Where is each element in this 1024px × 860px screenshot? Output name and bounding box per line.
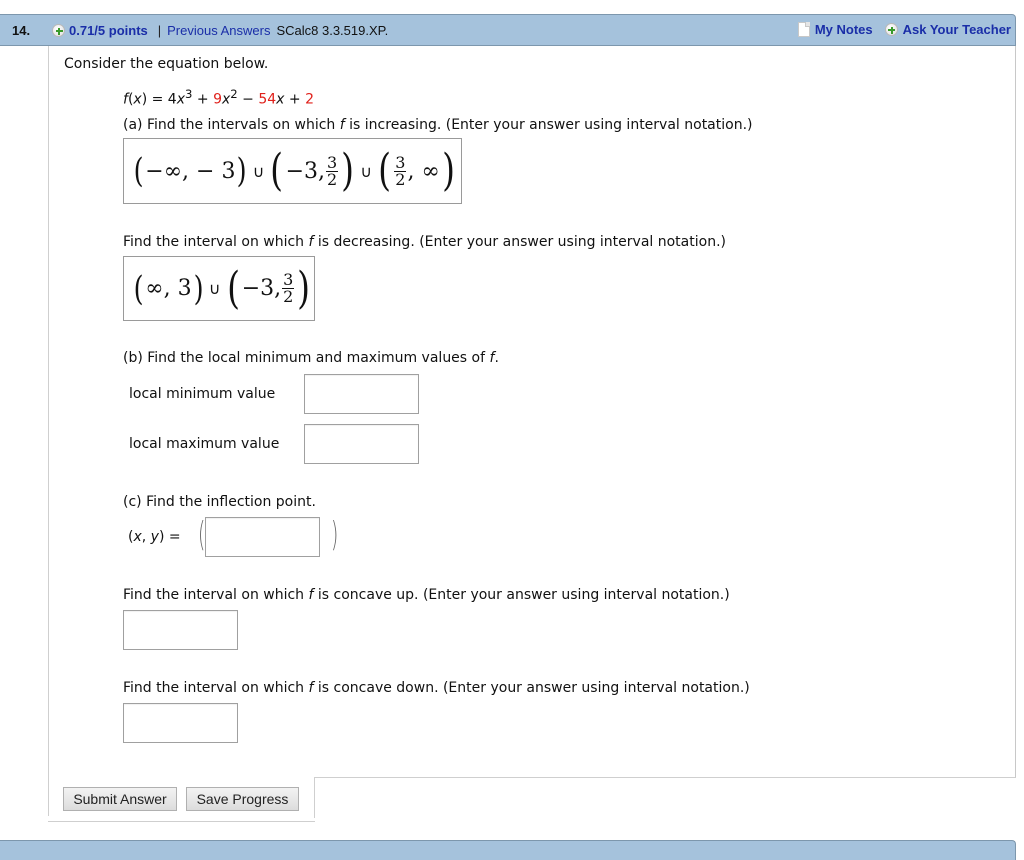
ask-teacher-plus-icon[interactable] (884, 23, 898, 36)
concave-down-input[interactable] (123, 703, 238, 743)
paren-close: ) (193, 268, 204, 309)
previous-answers-link[interactable]: Previous Answers (167, 23, 270, 38)
part-b-suffix: . (494, 350, 499, 366)
equation-x3: x + (276, 91, 306, 108)
local-min-input[interactable] (304, 374, 419, 414)
concave-up-input[interactable] (123, 610, 238, 650)
fraction: 32 (282, 272, 295, 306)
decreasing-suffix: is decreasing. (Enter your answer using … (313, 234, 726, 250)
my-notes-link[interactable]: My Notes (815, 22, 873, 37)
paren-open: ( (378, 145, 392, 196)
concave-up-prefix: Find the interval on which (123, 587, 309, 603)
panel-notch-bottom (48, 821, 315, 822)
panel-border-right (1015, 46, 1016, 778)
note-icon[interactable] (797, 22, 810, 37)
concave-down-suffix: is concave down. (Enter your answer usin… (313, 680, 750, 696)
paren-close: ) (441, 145, 455, 196)
decreasing-term1: ∞, 3 (145, 276, 192, 301)
separator: | (157, 23, 162, 38)
fraction-numerator: 3 (394, 152, 407, 172)
part-a-prefix: (a) Find the intervals on which (123, 117, 340, 133)
panel-border-left (48, 46, 49, 816)
points-group: 0.71/5 points | Previous Answers SCalc8 3.3… (52, 23, 388, 38)
decreasing-prompt: Find the interval on which f is decreasi… (123, 234, 726, 250)
part-b-prompt: (b) Find the local minimum and maximum v… (123, 350, 499, 366)
equation: f(x) = 4x3 + 9x2 − 54x + 2 (123, 87, 314, 108)
part-a-prompt: (a) Find the intervals on which f is inc… (123, 117, 753, 133)
part-b-prefix: (b) Find the local minimum and maximum v… (123, 350, 490, 366)
points-link[interactable]: 0.71/5 points (69, 23, 148, 38)
fraction-numerator: 3 (326, 152, 339, 172)
concave-down-prefix: Find the interval on which (123, 680, 309, 696)
paren-open: ( (270, 145, 284, 196)
equation-lhs: f(x) = 4x (123, 91, 185, 108)
part-c-prompt: (c) Find the inflection point. (123, 494, 316, 510)
decreasing-prefix: Find the interval on which (123, 234, 309, 250)
part-a-suffix: is increasing. (Enter your answer using … (344, 117, 753, 133)
panel-border-bottom (314, 777, 1016, 778)
decreasing-answer-box[interactable]: ( ∞, 3 ) ∪ ( −3, 32 ) (123, 256, 315, 321)
save-progress-button[interactable]: Save Progress (186, 787, 299, 811)
question-number: 14. (12, 23, 31, 38)
local-max-input[interactable] (304, 424, 419, 464)
fraction: 32 (326, 152, 339, 189)
equation-plus: + (192, 91, 214, 108)
local-max-label: local maximum value (129, 436, 280, 452)
union-symbol: ∪ (208, 279, 221, 298)
equation-coef2: 9 (213, 91, 222, 108)
equation-minus: − (237, 91, 259, 108)
inflection-close-paren: ) (330, 515, 339, 555)
panel-notch-border (314, 778, 315, 818)
submit-answer-button[interactable]: Submit Answer (63, 787, 177, 811)
paren-open: ( (226, 262, 240, 314)
paren-open: ( (133, 151, 144, 191)
fraction-denominator: 2 (283, 287, 294, 306)
increasing-answer-box[interactable]: ( −∞, − 3 ) ∪ ( −3, 32 ) ∪ ( 32 , ∞ ) (123, 138, 462, 204)
inflection-point-label: (x, y) = (128, 529, 181, 545)
next-question-header (0, 840, 1016, 860)
increasing-term1: −∞, − 3 (145, 158, 236, 184)
problem-intro: Consider the equation below. (64, 56, 269, 72)
paren-close: ) (297, 262, 311, 314)
expand-plus-icon[interactable] (52, 24, 65, 37)
ask-teacher-link[interactable]: Ask Your Teacher (903, 22, 1011, 37)
increasing-term3: , ∞ (407, 158, 440, 184)
equation-const: 2 (305, 91, 315, 108)
label-x: x (133, 529, 142, 545)
union-symbol: ∪ (360, 161, 373, 181)
problem-code: SCalc8 3.3.519.XP. (276, 23, 389, 38)
local-min-label: local minimum value (129, 386, 276, 402)
equation-exp2: 2 (230, 87, 238, 101)
fraction-denominator: 2 (395, 169, 406, 189)
fraction-denominator: 2 (327, 169, 338, 189)
concave-up-prompt: Find the interval on which f is concave … (123, 587, 730, 603)
increasing-term2: −3, (285, 158, 326, 184)
question-header: 14. 0.71/5 points | Previous Answers SCalc8… (0, 14, 1016, 46)
equation-coef3: 54 (258, 91, 277, 108)
paren-close: ) (237, 151, 248, 191)
fraction: 32 (394, 152, 407, 189)
inflection-point-input[interactable] (205, 517, 320, 557)
label-comma: , (141, 529, 151, 545)
paren-close: ) (341, 145, 355, 196)
paren-open: ( (133, 268, 144, 309)
header-actions: My Notes Ask Your Teacher (797, 22, 1011, 37)
concave-up-suffix: is concave up. (Enter your answer using … (313, 587, 730, 603)
label-close-equals: ) = (158, 529, 181, 545)
concave-down-prompt: Find the interval on which f is concave … (123, 680, 750, 696)
label-y: y (150, 529, 159, 545)
union-symbol: ∪ (252, 161, 265, 181)
decreasing-term2: −3, (241, 276, 282, 301)
